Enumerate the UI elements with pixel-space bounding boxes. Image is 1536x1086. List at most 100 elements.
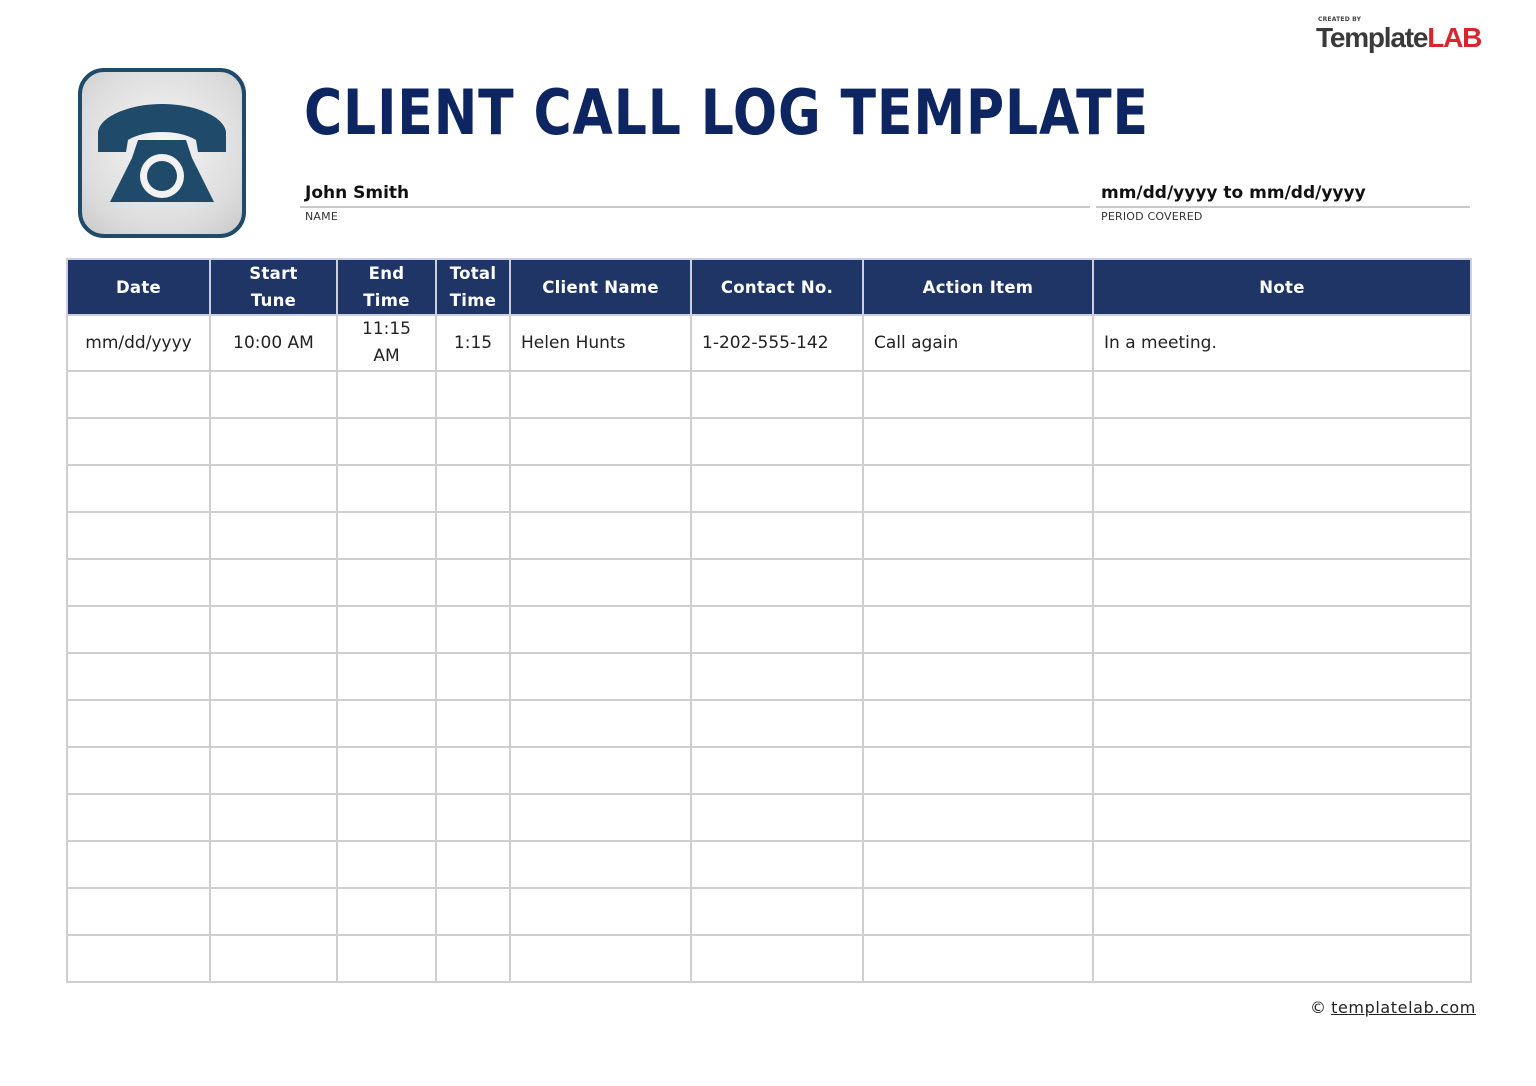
cell-date[interactable] xyxy=(66,605,211,654)
cell-note[interactable] xyxy=(1092,652,1472,701)
cell-client-name[interactable] xyxy=(509,511,692,560)
cell-note[interactable] xyxy=(1092,887,1472,936)
cell-total-time[interactable] xyxy=(435,840,511,889)
cell-total-time[interactable] xyxy=(435,652,511,701)
cell-end-time[interactable] xyxy=(336,417,437,466)
cell-date[interactable] xyxy=(66,558,211,607)
cell-start-time[interactable] xyxy=(209,605,338,654)
cell-contact-no[interactable] xyxy=(690,934,864,983)
cell-start-time[interactable]: 10:00 AM xyxy=(209,314,338,372)
cell-end-time[interactable]: 11:15 AM xyxy=(336,314,437,372)
cell-date[interactable] xyxy=(66,699,211,748)
cell-start-time[interactable] xyxy=(209,511,338,560)
cell-client-name[interactable] xyxy=(509,464,692,513)
cell-action-item[interactable] xyxy=(862,652,1094,701)
cell-action-item[interactable] xyxy=(862,605,1094,654)
cell-end-time[interactable] xyxy=(336,370,437,419)
cell-contact-no[interactable] xyxy=(690,652,864,701)
cell-end-time[interactable] xyxy=(336,887,437,936)
cell-start-time[interactable] xyxy=(209,840,338,889)
cell-end-time[interactable] xyxy=(336,746,437,795)
cell-contact-no[interactable] xyxy=(690,605,864,654)
cell-date[interactable] xyxy=(66,417,211,466)
cell-start-time[interactable] xyxy=(209,793,338,842)
cell-note[interactable]: In a meeting. xyxy=(1092,314,1472,372)
cell-date[interactable] xyxy=(66,934,211,983)
cell-end-time[interactable] xyxy=(336,558,437,607)
cell-contact-no[interactable] xyxy=(690,511,864,560)
cell-start-time[interactable] xyxy=(209,699,338,748)
cell-note[interactable] xyxy=(1092,605,1472,654)
cell-total-time[interactable] xyxy=(435,558,511,607)
cell-client-name[interactable] xyxy=(509,605,692,654)
cell-note[interactable] xyxy=(1092,699,1472,748)
cell-end-time[interactable] xyxy=(336,840,437,889)
cell-action-item[interactable] xyxy=(862,934,1094,983)
cell-action-item[interactable] xyxy=(862,699,1094,748)
cell-note[interactable] xyxy=(1092,511,1472,560)
cell-action-item[interactable] xyxy=(862,464,1094,513)
cell-note[interactable] xyxy=(1092,793,1472,842)
cell-total-time[interactable] xyxy=(435,417,511,466)
cell-date[interactable] xyxy=(66,370,211,419)
cell-start-time[interactable] xyxy=(209,417,338,466)
cell-action-item[interactable] xyxy=(862,887,1094,936)
cell-total-time[interactable] xyxy=(435,934,511,983)
cell-client-name[interactable] xyxy=(509,887,692,936)
cell-end-time[interactable] xyxy=(336,793,437,842)
cell-date[interactable]: mm/dd/yyyy xyxy=(66,314,211,372)
cell-start-time[interactable] xyxy=(209,558,338,607)
cell-end-time[interactable] xyxy=(336,605,437,654)
cell-client-name[interactable]: Helen Hunts xyxy=(509,314,692,372)
cell-date[interactable] xyxy=(66,464,211,513)
cell-date[interactable] xyxy=(66,652,211,701)
cell-contact-no[interactable] xyxy=(690,746,864,795)
templatelab-link[interactable]: templatelab.com xyxy=(1331,998,1476,1017)
cell-contact-no[interactable] xyxy=(690,793,864,842)
cell-note[interactable] xyxy=(1092,370,1472,419)
cell-contact-no[interactable] xyxy=(690,699,864,748)
cell-client-name[interactable] xyxy=(509,370,692,419)
cell-action-item[interactable] xyxy=(862,840,1094,889)
cell-total-time[interactable]: 1:15 xyxy=(435,314,511,372)
cell-total-time[interactable] xyxy=(435,887,511,936)
cell-client-name[interactable] xyxy=(509,746,692,795)
cell-client-name[interactable] xyxy=(509,934,692,983)
name-value[interactable]: John Smith xyxy=(305,183,409,203)
cell-contact-no[interactable] xyxy=(690,464,864,513)
cell-contact-no[interactable] xyxy=(690,840,864,889)
cell-client-name[interactable] xyxy=(509,417,692,466)
cell-contact-no[interactable] xyxy=(690,417,864,466)
cell-date[interactable] xyxy=(66,746,211,795)
cell-total-time[interactable] xyxy=(435,605,511,654)
cell-note[interactable] xyxy=(1092,746,1472,795)
cell-total-time[interactable] xyxy=(435,370,511,419)
cell-end-time[interactable] xyxy=(336,511,437,560)
cell-note[interactable] xyxy=(1092,840,1472,889)
cell-client-name[interactable] xyxy=(509,652,692,701)
cell-contact-no[interactable] xyxy=(690,558,864,607)
cell-total-time[interactable] xyxy=(435,699,511,748)
cell-start-time[interactable] xyxy=(209,887,338,936)
cell-total-time[interactable] xyxy=(435,793,511,842)
cell-action-item[interactable] xyxy=(862,793,1094,842)
cell-action-item[interactable] xyxy=(862,511,1094,560)
cell-start-time[interactable] xyxy=(209,370,338,419)
cell-note[interactable] xyxy=(1092,934,1472,983)
cell-client-name[interactable] xyxy=(509,558,692,607)
cell-start-time[interactable] xyxy=(209,464,338,513)
cell-note[interactable] xyxy=(1092,558,1472,607)
cell-note[interactable] xyxy=(1092,464,1472,513)
cell-start-time[interactable] xyxy=(209,652,338,701)
cell-date[interactable] xyxy=(66,887,211,936)
cell-total-time[interactable] xyxy=(435,464,511,513)
cell-date[interactable] xyxy=(66,511,211,560)
cell-client-name[interactable] xyxy=(509,840,692,889)
cell-date[interactable] xyxy=(66,793,211,842)
cell-total-time[interactable] xyxy=(435,511,511,560)
cell-contact-no[interactable]: 1-202-555-142 xyxy=(690,314,864,372)
cell-action-item[interactable] xyxy=(862,370,1094,419)
cell-contact-no[interactable] xyxy=(690,370,864,419)
cell-action-item[interactable] xyxy=(862,558,1094,607)
cell-end-time[interactable] xyxy=(336,464,437,513)
